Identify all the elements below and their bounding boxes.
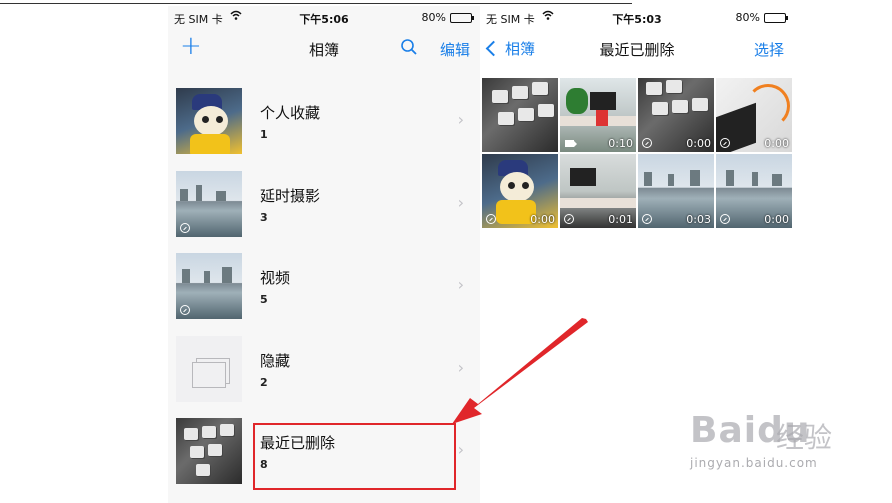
battery-status: 80% xyxy=(421,11,474,24)
video-duration: 0:10 xyxy=(608,137,633,150)
album-thumbnail xyxy=(176,88,242,154)
select-button[interactable]: 选择 xyxy=(754,39,784,60)
nav-bar: 相簿 最近已删除 选择 xyxy=(480,30,794,66)
video-duration: 0:00 xyxy=(764,213,789,226)
watermark-label: 经验 xyxy=(776,421,833,454)
watermark-url: jingyan.baidu.com xyxy=(690,456,818,470)
battery-percent: 80% xyxy=(421,11,446,24)
nav-bar: + 相簿 编辑 xyxy=(168,30,480,66)
video-duration: 0:00 xyxy=(530,213,555,226)
photo-cell[interactable]: 0:00 xyxy=(716,154,792,228)
chevron-right-icon: › xyxy=(457,193,464,212)
page-title: 最近已删除 xyxy=(599,41,675,59)
timelapse-icon xyxy=(642,138,652,148)
status-bar: 无 SIM 卡 下午5:03 80% xyxy=(480,6,794,28)
photo-cell[interactable]: 0:00 xyxy=(638,78,714,152)
timelapse-icon xyxy=(486,214,496,224)
hidden-album-icon xyxy=(176,336,242,402)
album-count: 1 xyxy=(260,128,268,141)
album-thumbnail xyxy=(176,171,242,237)
chevron-right-icon: › xyxy=(457,275,464,294)
video-duration: 0:01 xyxy=(608,213,633,226)
album-row-videos[interactable]: 视频 5 › xyxy=(168,253,480,327)
timelapse-icon xyxy=(180,223,190,233)
battery-status: 80% xyxy=(735,11,788,24)
album-thumbnail xyxy=(176,253,242,319)
timelapse-icon xyxy=(720,138,730,148)
battery-icon xyxy=(450,12,474,23)
status-bar: 无 SIM 卡 下午5:06 80% xyxy=(168,6,480,28)
album-name: 视频 xyxy=(260,269,291,287)
page-title: 相簿 xyxy=(308,41,339,59)
search-icon[interactable] xyxy=(400,38,418,56)
photo-grid: 0:10 0:00 0:00 0:00 0:01 0:03 0:00 xyxy=(482,78,794,228)
photo-cell[interactable] xyxy=(482,78,558,152)
video-duration: 0:00 xyxy=(764,137,789,150)
timelapse-icon xyxy=(642,214,652,224)
video-camera-icon xyxy=(565,140,574,147)
photo-cell[interactable]: 0:00 xyxy=(482,154,558,228)
video-icon xyxy=(180,305,190,315)
photo-cell[interactable]: 0:00 xyxy=(716,78,792,152)
album-count: 5 xyxy=(260,293,268,306)
highlight-box xyxy=(253,423,456,490)
album-count: 3 xyxy=(260,211,268,224)
battery-icon xyxy=(764,12,788,23)
timelapse-icon xyxy=(720,214,730,224)
chevron-right-icon: › xyxy=(457,110,464,129)
photo-cell[interactable]: 0:01 xyxy=(560,154,636,228)
album-name: 隐藏 xyxy=(260,352,291,370)
album-row-timelapse[interactable]: 延时摄影 3 › xyxy=(168,171,480,245)
album-row-hidden[interactable]: 隐藏 2 › xyxy=(168,336,480,410)
chevron-right-icon: › xyxy=(457,440,464,459)
album-count: 2 xyxy=(260,376,268,389)
album-row-favorites[interactable]: 个人收藏 1 › xyxy=(168,88,480,162)
video-duration: 0:00 xyxy=(686,137,711,150)
photo-cell[interactable]: 0:03 xyxy=(638,154,714,228)
photo-cell[interactable]: 0:10 xyxy=(560,78,636,152)
video-duration: 0:03 xyxy=(686,213,711,226)
edit-button[interactable]: 编辑 xyxy=(440,39,470,60)
album-name: 个人收藏 xyxy=(260,104,321,122)
timelapse-icon xyxy=(564,214,574,224)
battery-percent: 80% xyxy=(735,11,760,24)
top-rule xyxy=(0,3,632,4)
watermark: Baidu 经验 jingyan.baidu.com xyxy=(690,410,850,480)
album-thumbnail xyxy=(176,418,242,484)
album-name: 延时摄影 xyxy=(260,187,321,205)
chevron-right-icon: › xyxy=(457,358,464,377)
